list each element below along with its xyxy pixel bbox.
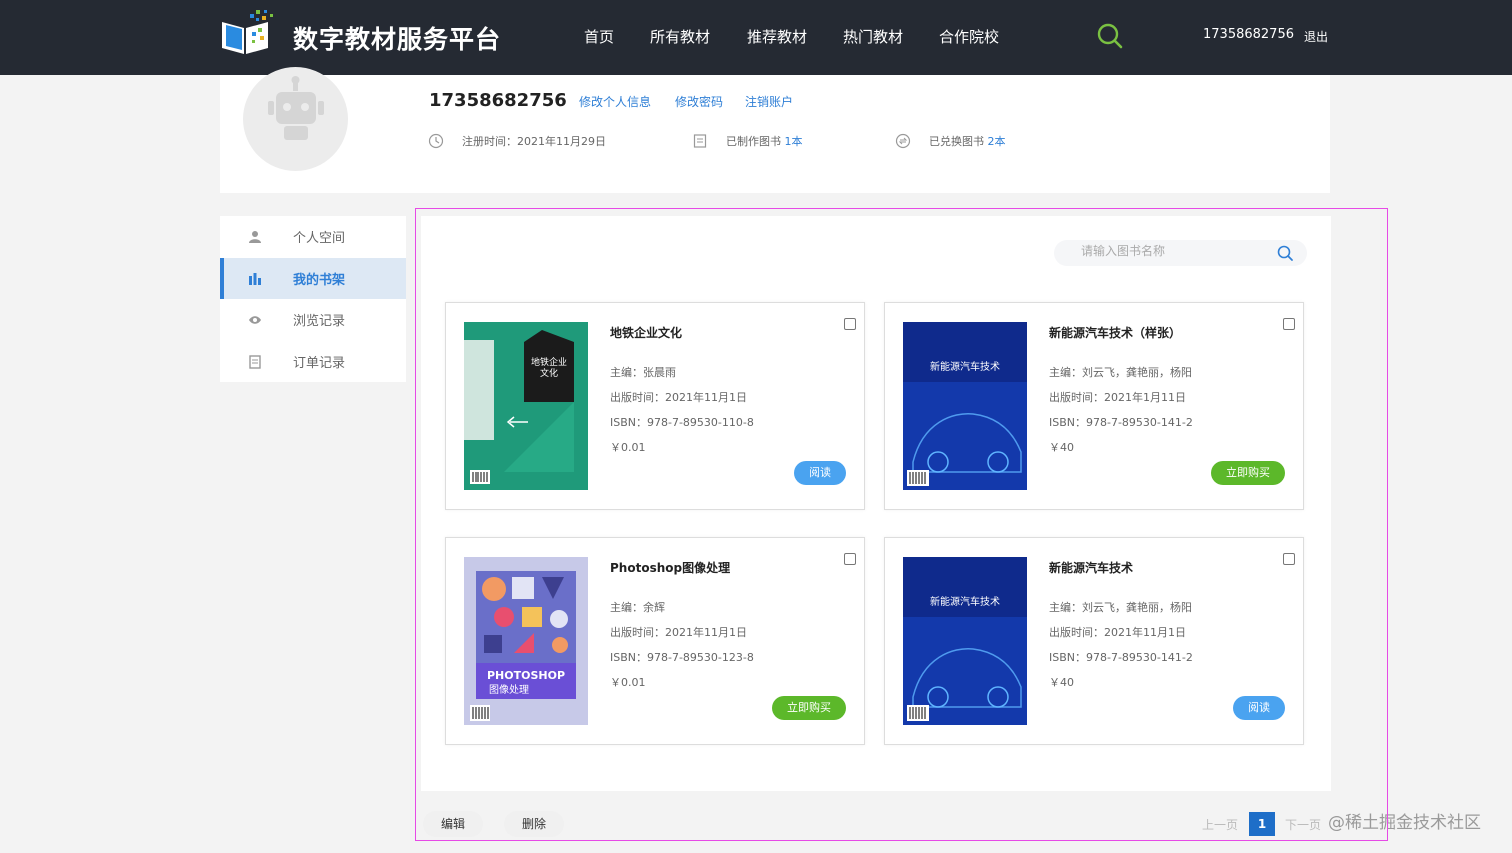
book-price: ￥40 bbox=[1049, 441, 1074, 454]
book-card[interactable]: 地铁企业 文化 地铁企业文化 主编：张晨雨 出版时间：2021年11月1日 IS… bbox=[445, 302, 865, 510]
register-time: 注册时间：2021年11月29日 bbox=[428, 133, 606, 149]
bookshelf-panel: 地铁企业 文化 地铁企业文化 主编：张晨雨 出版时间：2021年11月1日 IS… bbox=[421, 216, 1331, 791]
change-password-link[interactable]: 修改密码 bbox=[675, 93, 723, 110]
next-page-link[interactable]: 下一页 bbox=[1285, 816, 1321, 833]
register-time-text: 注册时间：2021年11月29日 bbox=[462, 135, 606, 148]
book-title[interactable]: 新能源汽车技术 bbox=[1049, 559, 1133, 576]
book-cover-title: 地铁企业 bbox=[531, 356, 567, 368]
book-card[interactable]: 新能源汽车技术 新能源汽车技术 主编：刘云飞，龚艳丽，杨阳 出版时间：2021年… bbox=[884, 537, 1304, 745]
select-checkbox[interactable] bbox=[1283, 318, 1295, 330]
book-editor: 主编：余辉 bbox=[610, 601, 665, 614]
search-icon[interactable] bbox=[1276, 244, 1294, 262]
book-editor: 主编：刘云飞，龚艳丽，杨阳 bbox=[1049, 601, 1192, 614]
sidebar-item-label: 订单记录 bbox=[293, 356, 346, 371]
book-card[interactable]: 新能源汽车技术 新能源汽车技术（样张） 主编：刘云飞，龚艳丽，杨阳 出版时间：2… bbox=[884, 302, 1304, 510]
book-cover[interactable]: PHOTOSHOP 图像处理 bbox=[464, 557, 588, 725]
delete-account-link[interactable]: 注销账户 bbox=[745, 93, 793, 110]
exchange-icon bbox=[895, 133, 911, 149]
read-button[interactable]: 阅读 bbox=[1233, 696, 1285, 720]
logo-icon[interactable] bbox=[220, 8, 278, 56]
book-isbn: ISBN：978-7-89530-110-8 bbox=[610, 416, 754, 429]
exchanged-books: 已兑换图书 2本 bbox=[895, 133, 1006, 149]
document-icon bbox=[249, 354, 261, 369]
book-title[interactable]: 地铁企业文化 bbox=[610, 324, 682, 341]
select-checkbox[interactable] bbox=[844, 553, 856, 565]
avatar bbox=[243, 67, 348, 171]
svg-text:新能源汽车技术: 新能源汽车技术 bbox=[930, 360, 1000, 373]
watermark: @稀土掘金技术社区 bbox=[1328, 813, 1481, 833]
book-title[interactable]: 新能源汽车技术（样张） bbox=[1049, 324, 1181, 341]
nav-partner-schools[interactable]: 合作院校 bbox=[939, 26, 999, 47]
sidebar-item-label: 我的书架 bbox=[293, 273, 346, 288]
profile-card: 17358682756 修改个人信息 修改密码 注销账户 注册时间：2021年1… bbox=[220, 67, 1330, 193]
exchanged-books-label: 已兑换图书 bbox=[929, 135, 984, 148]
logout-link[interactable]: 退出 bbox=[1304, 28, 1328, 45]
nav-recommended[interactable]: 推荐教材 bbox=[747, 26, 807, 47]
bar-chart-icon bbox=[249, 272, 261, 285]
book-isbn: ISBN：978-7-89530-123-8 bbox=[610, 651, 754, 664]
sidebar-item-label: 浏览记录 bbox=[293, 314, 346, 329]
delete-button[interactable]: 删除 bbox=[504, 811, 564, 837]
book-price: ￥0.01 bbox=[610, 676, 646, 689]
sidebar-item-my-bookshelf[interactable]: 我的书架 bbox=[220, 258, 406, 299]
book-publish-date: 出版时间：2021年11月1日 bbox=[610, 626, 747, 639]
made-books: 已制作图书 1本 bbox=[692, 133, 803, 149]
made-books-label: 已制作图书 bbox=[726, 135, 781, 148]
read-button[interactable]: 阅读 bbox=[794, 461, 846, 485]
book-isbn: ISBN：978-7-89530-141-2 bbox=[1049, 416, 1193, 429]
document-icon bbox=[693, 134, 707, 148]
book-publish-date: 出版时间：2021年11月1日 bbox=[1049, 626, 1186, 639]
current-page[interactable]: 1 bbox=[1249, 812, 1275, 836]
top-navbar: 数字教材服务平台 首页 所有教材 推荐教材 热门教材 合作院校 17358682… bbox=[0, 0, 1512, 75]
sidebar-item-label: 个人空间 bbox=[293, 231, 346, 246]
bulk-actions-bar: 编辑 删除 bbox=[421, 797, 1331, 853]
book-price: ￥40 bbox=[1049, 676, 1074, 689]
select-checkbox[interactable] bbox=[1283, 553, 1295, 565]
book-price: ￥0.01 bbox=[610, 441, 646, 454]
book-cover[interactable]: 新能源汽车技术 bbox=[903, 322, 1027, 490]
nav-all-books[interactable]: 所有教材 bbox=[650, 26, 710, 47]
sidebar-item-order-history[interactable]: 订单记录 bbox=[220, 341, 406, 382]
book-search-box bbox=[1054, 240, 1307, 266]
brand-title: 数字教材服务平台 bbox=[293, 25, 502, 54]
svg-text:文化: 文化 bbox=[540, 367, 558, 379]
robot-icon bbox=[268, 76, 324, 140]
book-cover[interactable]: 新能源汽车技术 bbox=[903, 557, 1027, 725]
user-account-link[interactable]: 17358682756 bbox=[1203, 27, 1294, 42]
eye-icon bbox=[249, 315, 261, 324]
book-search-input[interactable] bbox=[1081, 244, 1271, 258]
svg-text:图像处理: 图像处理 bbox=[489, 684, 529, 696]
book-publish-date: 出版时间：2021年1月11日 bbox=[1049, 391, 1186, 404]
profile-name: 17358682756 bbox=[429, 90, 567, 111]
book-publish-date: 出版时间：2021年11月1日 bbox=[610, 391, 747, 404]
book-cover[interactable]: 地铁企业 文化 bbox=[464, 322, 588, 490]
select-checkbox[interactable] bbox=[844, 318, 856, 330]
book-editor: 主编：刘云飞，龚艳丽，杨阳 bbox=[1049, 366, 1192, 379]
prev-page-link[interactable]: 上一页 bbox=[1202, 816, 1238, 833]
clock-icon bbox=[428, 133, 444, 149]
buy-now-button[interactable]: 立即购买 bbox=[1211, 461, 1285, 485]
svg-text:PHOTOSHOP: PHOTOSHOP bbox=[487, 669, 565, 682]
nav-popular[interactable]: 热门教材 bbox=[843, 26, 903, 47]
sidebar-item-personal-space[interactable]: 个人空间 bbox=[220, 216, 406, 257]
book-card[interactable]: PHOTOSHOP 图像处理 Photoshop图像处理 主编：余辉 出版时间：… bbox=[445, 537, 865, 745]
exchanged-books-count: 2本 bbox=[987, 135, 1006, 148]
search-icon[interactable] bbox=[1096, 22, 1124, 50]
made-books-count: 1本 bbox=[784, 135, 803, 148]
user-icon bbox=[249, 230, 261, 243]
book-editor: 主编：张晨雨 bbox=[610, 366, 676, 379]
buy-now-button[interactable]: 立即购买 bbox=[772, 696, 846, 720]
svg-text:新能源汽车技术: 新能源汽车技术 bbox=[930, 595, 1000, 608]
edit-button[interactable]: 编辑 bbox=[423, 811, 483, 837]
edit-profile-link[interactable]: 修改个人信息 bbox=[579, 93, 651, 110]
nav-home[interactable]: 首页 bbox=[584, 26, 614, 47]
sidebar-item-browse-history[interactable]: 浏览记录 bbox=[220, 299, 406, 340]
book-isbn: ISBN：978-7-89530-141-2 bbox=[1049, 651, 1193, 664]
sidebar: 个人空间 我的书架 浏览记录 订单记录 bbox=[220, 216, 406, 382]
book-title[interactable]: Photoshop图像处理 bbox=[610, 559, 730, 576]
